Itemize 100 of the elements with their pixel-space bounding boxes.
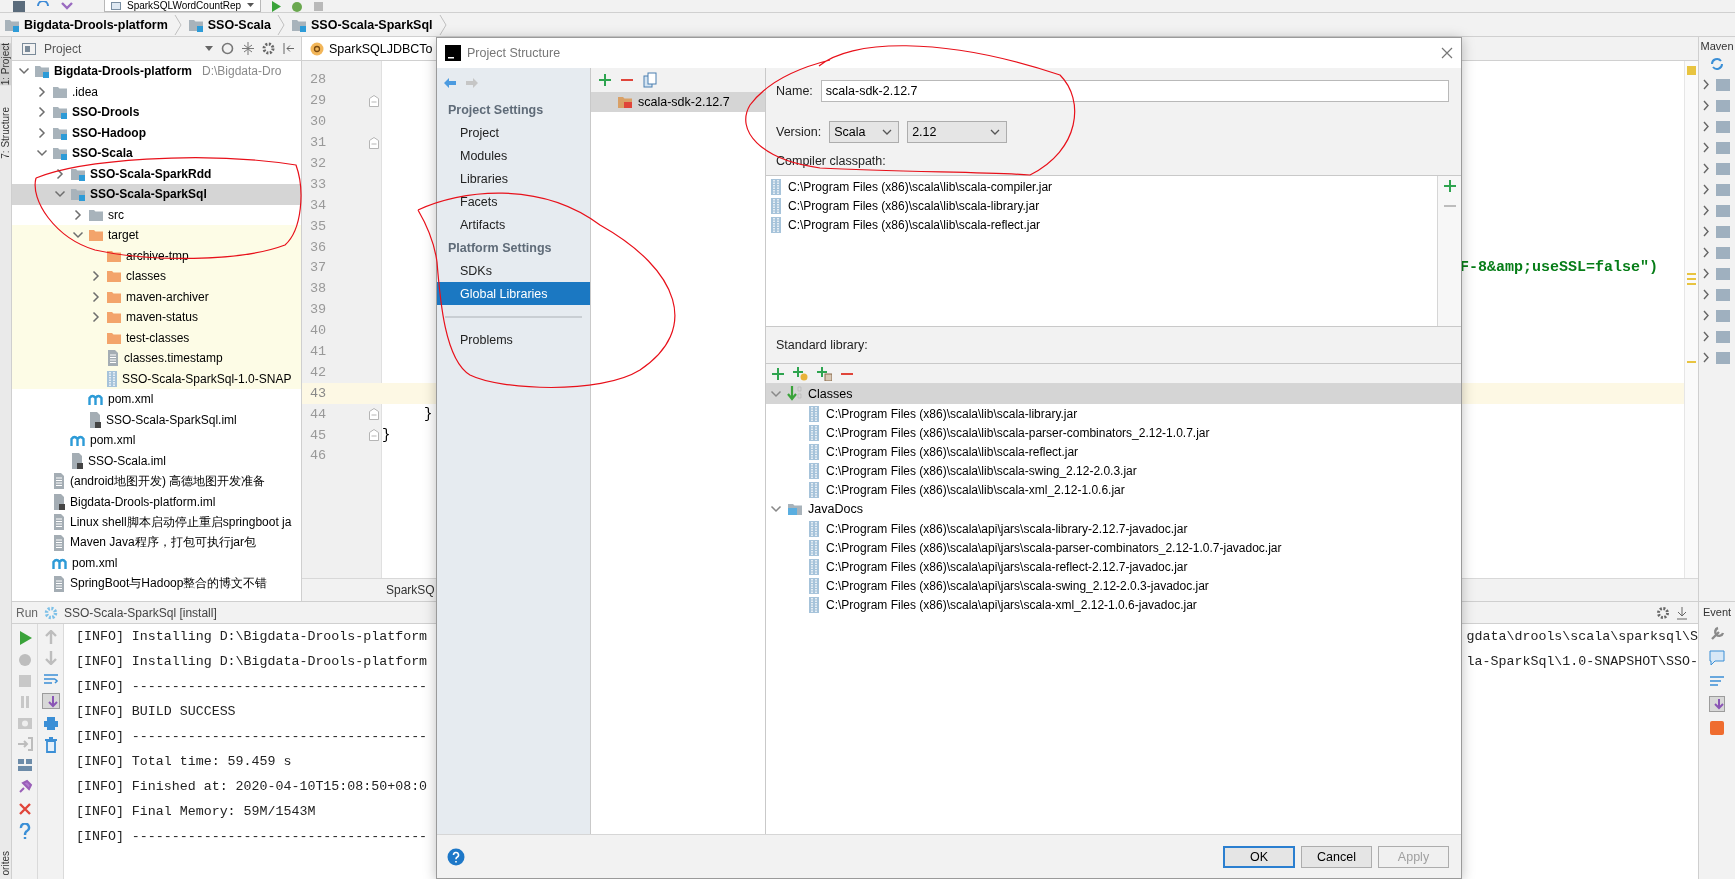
library-group[interactable]: JavaDocs [766,499,1461,519]
chevron-right-icon[interactable] [54,167,66,180]
dialog-button[interactable]: Cancel [1301,845,1372,868]
library-entry[interactable]: C:\Program Files (x86)\scala\api\jars\scala-parser-combinators_2.12-1.0.7-javadoc.jar [766,538,1461,557]
tool-window-tab[interactable]: 1: Project [0,43,11,86]
fold-marker-icon[interactable] [369,408,379,421]
tree-item[interactable]: (android地图开发) 高德地图开发准备 [12,471,301,492]
scroll-end-icon[interactable] [1709,696,1725,712]
fold-marker-icon[interactable] [369,429,379,442]
collapse-icon[interactable] [242,42,254,55]
tool-window-tab[interactable]: Event [1702,606,1732,618]
chevron-right-icon[interactable] [36,106,48,119]
tree-item[interactable]: pom.xml [12,430,301,451]
library-entry[interactable]: C:\Program Files (x86)\scala\lib\scala-xml_2.12-1.0.6.jar [766,480,1461,499]
tree-item[interactable]: classes [12,266,301,287]
library-entry[interactable]: C:\Program Files (x86)\scala\lib\scala-reflect.jar [766,442,1461,461]
run-config-dropdown[interactable]: SparkSQLWordCountRep [104,0,262,12]
nav-item[interactable]: Modules [437,144,590,167]
library-entry[interactable]: C:\Program Files (x86)\scala\lib\scala-swing_2.12-2.0.3.jar [766,461,1461,480]
tree-item[interactable]: test-classes [12,327,301,348]
library-entry[interactable]: C:\Program Files (x86)\scala\api\jars\scala-swing_2.12-2.0.3-javadoc.jar [766,576,1461,595]
tree-item[interactable]: maven-archiver [12,286,301,307]
chevron-right-icon[interactable] [72,208,84,221]
bug-icon[interactable] [291,1,304,12]
chevron-down-icon[interactable] [770,503,782,515]
project-row-icon[interactable] [1702,328,1732,345]
project-row-icon[interactable] [1702,286,1732,303]
tool-window-tab[interactable]: orites [0,850,11,875]
wrap-icon[interactable] [42,672,59,686]
scroll-end-icon[interactable] [41,693,60,709]
chat-icon[interactable] [1709,650,1725,666]
tree-item[interactable]: SSO-Scala-SparkSql-1.0-SNAP [12,368,301,389]
project-row-icon[interactable] [1702,223,1732,240]
project-row-icon[interactable] [1702,97,1732,114]
library-entry[interactable]: C:\Program Files (x86)\scala\api\jars\scala-reflect-2.12.7-javadoc.jar [766,557,1461,576]
nav-item[interactable]: Libraries [437,167,590,190]
fold-marker-icon[interactable] [369,94,379,107]
tree-item[interactable]: src [12,204,301,225]
add-url-icon[interactable] [817,366,832,381]
undo-icon[interactable] [60,1,74,12]
chevron-right-icon[interactable] [36,85,48,98]
chevron-right-icon[interactable] [90,270,102,283]
library-entry[interactable]: C:\Program Files (x86)\scala\lib\scala-library.jar [766,404,1461,423]
add-icon[interactable] [772,367,784,380]
tree-item[interactable]: pom.xml [12,389,301,410]
back-arrow-icon[interactable] [443,77,457,89]
breadcrumb[interactable]: SparkSQ [386,583,435,597]
wrench-icon[interactable] [1709,626,1725,642]
version-dropdown[interactable]: Scala [829,121,900,143]
version-dropdown[interactable]: 2.12 [907,121,1008,143]
layout-icon[interactable] [16,758,33,772]
breadcrumb[interactable]: SSO-Scala [187,17,271,32]
classpath-entry[interactable]: C:\Program Files (x86)\scala\lib\scala-reflect.jar [766,215,1437,234]
tree-item[interactable]: Maven Java程序，打包可执行jar包 [12,532,301,553]
name-field[interactable]: scala-sdk-2.12.7 [820,80,1449,102]
add-icon[interactable] [1443,180,1456,192]
tree-item[interactable]: SSO-Scala-SparkSql [12,184,301,205]
nav-item[interactable]: Problems [437,328,590,351]
tool-window-tab[interactable]: 7: Structure [0,107,11,159]
project-row-icon[interactable] [1702,139,1732,156]
close-icon[interactable] [1441,47,1453,59]
tree-item[interactable]: Bigdata-Drools-platform D:\Bigdata-Dro [12,61,301,82]
tree-item[interactable]: maven-status [12,307,301,328]
refresh-icon[interactable] [1709,56,1725,72]
nav-item[interactable]: Facets [437,190,590,213]
add-icon[interactable] [599,74,611,86]
run-config-tab[interactable]: SSO-Scala-SparkSql [install] [64,605,217,620]
tree-item[interactable]: SSO-Scala.iml [12,450,301,471]
tree-item[interactable]: Bigdata-Drools-platform.iml [12,491,301,512]
close-icon[interactable] [17,802,32,816]
add-attachment-icon[interactable] [793,366,808,381]
chevron-right-icon[interactable] [90,311,102,324]
play-icon[interactable] [17,630,32,646]
tool-window-tab[interactable]: Maven [1700,40,1734,52]
tree-item[interactable]: SSO-Scala-SparkRdd [12,163,301,184]
fold-marker-icon[interactable] [369,136,379,149]
gear-icon[interactable] [1656,605,1670,620]
library-item[interactable]: scala-sdk-2.12.7 [591,92,765,112]
library-group[interactable]: Classes [766,384,1461,404]
chevron-right-icon[interactable] [36,126,48,139]
project-row-icon[interactable] [1702,244,1732,261]
project-row-icon[interactable] [1702,76,1732,93]
nav-item[interactable]: Project [437,121,590,144]
hide-icon[interactable] [283,42,295,55]
nav-item[interactable]: Global Libraries [437,282,590,305]
target-icon[interactable] [221,42,234,55]
dialog-button[interactable]: OK [1223,845,1295,868]
tree-item[interactable]: SSO-Scala [12,143,301,164]
tree-item[interactable]: SSO-Drools [12,102,301,123]
caret-icon[interactable] [205,46,213,51]
project-row-icon[interactable] [1702,265,1732,282]
tree-item[interactable]: Linux shell脚本启动停止重启springboot ja [12,512,301,533]
project-row-icon[interactable] [1702,202,1732,219]
tree-item[interactable]: target [12,225,301,246]
tree-item[interactable]: classes.timestamp [12,348,301,369]
gear-icon[interactable] [262,42,275,55]
breadcrumb[interactable]: SSO-Scala-SparkSql [291,17,433,32]
tree-item[interactable]: .idea [12,81,301,102]
project-row-icon[interactable] [1702,160,1732,177]
project-row-icon[interactable] [1702,181,1732,198]
